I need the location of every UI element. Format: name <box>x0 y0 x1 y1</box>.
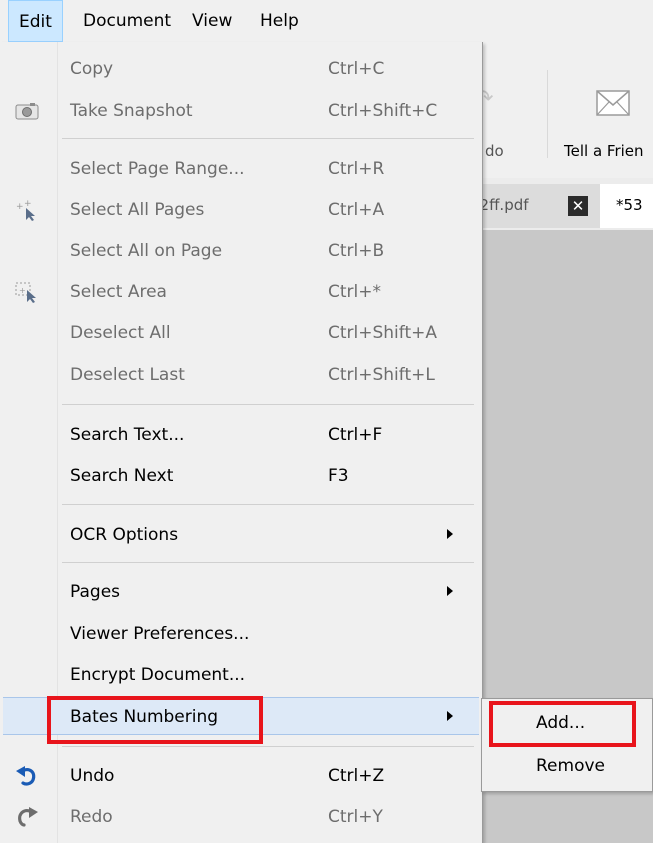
menu-edit[interactable]: Edit <box>8 0 63 42</box>
menu-item-select-all-pages[interactable]: + + Select All Pages Ctrl+A <box>0 191 480 229</box>
menu-item-label: Copy <box>70 59 114 79</box>
tab-document-2-label[interactable]: *53 <box>616 196 643 214</box>
svg-text:+: + <box>24 199 32 209</box>
menu-item-shortcut: Ctrl+C <box>328 59 385 79</box>
menu-item-label: Encrypt Document... <box>70 665 246 685</box>
menu-item-search-next[interactable]: Search Next F3 <box>0 457 480 495</box>
svg-text:+: + <box>16 202 24 212</box>
menu-item-shortcut: Ctrl+* <box>328 282 381 302</box>
menu-item-select-page-range[interactable]: Select Page Range... Ctrl+R <box>0 150 480 188</box>
menu-item-shortcut: F3 <box>328 466 349 486</box>
menu-item-label: Redo <box>70 807 113 827</box>
submenu-arrow-icon <box>447 529 453 539</box>
menu-separator <box>62 746 474 747</box>
menu-item-select-all-on-page[interactable]: Select All on Page Ctrl+B <box>0 232 480 270</box>
menu-bar: Edit Document View Help <box>0 0 653 44</box>
menu-item-shortcut: Ctrl+Shift+L <box>328 365 435 385</box>
menu-item-search-text[interactable]: Search Text... Ctrl+F <box>0 416 480 454</box>
menu-item-pages[interactable]: Pages <box>0 573 480 611</box>
mail-icon[interactable] <box>596 90 630 116</box>
menu-item-deselect-all[interactable]: Deselect All Ctrl+Shift+A <box>0 314 480 352</box>
menu-item-shortcut: Ctrl+Shift+A <box>328 323 438 343</box>
menu-item-copy[interactable]: Copy Ctrl+C <box>0 50 480 88</box>
menu-item-label: Undo <box>70 766 115 786</box>
menu-separator <box>62 562 474 563</box>
menu-document[interactable]: Document <box>73 0 181 42</box>
menu-item-label: Select All on Page <box>70 241 223 261</box>
menu-item-label: Search Text... <box>70 425 185 445</box>
menu-item-label: Pages <box>70 582 121 602</box>
menu-item-shortcut: Ctrl+F <box>328 425 383 445</box>
tab-close-icon[interactable]: ✕ <box>568 196 588 216</box>
toolbar-undo-label[interactable]: do <box>485 142 504 160</box>
tell-a-friend-label[interactable]: Tell a Frien <box>564 142 644 160</box>
menu-item-shortcut: Ctrl+R <box>328 159 385 179</box>
toolbar-separator <box>547 70 548 158</box>
camera-icon <box>15 103 39 120</box>
menu-item-shortcut: Ctrl+A <box>328 200 385 220</box>
menu-item-label: OCR Options <box>70 525 179 545</box>
redo-icon <box>18 807 38 827</box>
menu-item-label: Deselect All <box>70 323 171 343</box>
menu-item-label: Deselect Last <box>70 365 185 385</box>
undo-icon <box>16 766 36 786</box>
menu-separator <box>62 404 474 405</box>
menu-item-label: Select All Pages <box>70 200 205 220</box>
menu-view[interactable]: View <box>182 0 242 42</box>
menu-item-shortcut: Ctrl+B <box>328 241 385 261</box>
submenu-arrow-icon <box>447 586 453 596</box>
menu-item-label: Select Area <box>70 282 167 302</box>
menu-item-deselect-last[interactable]: Deselect Last Ctrl+Shift+L <box>0 356 480 394</box>
select-pages-icon: + + <box>16 199 35 221</box>
highlight-box-bates-numbering <box>47 696 263 744</box>
submenu-item-remove[interactable]: Remove <box>536 756 605 776</box>
highlight-box-add <box>489 701 636 747</box>
menu-item-take-snapshot[interactable]: Take Snapshot Ctrl+Shift+C <box>0 92 480 130</box>
submenu-arrow-icon <box>447 711 453 721</box>
menu-item-shortcut: Ctrl+Shift+C <box>328 101 438 121</box>
menu-item-label: Take Snapshot <box>70 101 193 121</box>
menu-item-shortcut: Ctrl+Y <box>328 807 383 827</box>
menu-item-ocr-options[interactable]: OCR Options <box>0 516 480 554</box>
menu-help[interactable]: Help <box>250 0 309 42</box>
menu-separator <box>62 504 474 505</box>
select-area-icon: + <box>15 282 36 303</box>
menu-item-undo[interactable]: Undo Ctrl+Z <box>0 757 480 795</box>
menu-item-label: Select Page Range... <box>70 159 245 179</box>
menu-item-label: Search Next <box>70 466 174 486</box>
menu-item-shortcut: Ctrl+Z <box>328 766 385 786</box>
menu-item-redo[interactable]: Redo Ctrl+Y <box>0 798 480 836</box>
menu-item-label: Viewer Preferences... <box>70 624 250 644</box>
menu-item-viewer-preferences[interactable]: Viewer Preferences... <box>0 615 480 653</box>
svg-text:+: + <box>19 286 26 295</box>
menu-item-encrypt-document[interactable]: Encrypt Document... <box>0 656 480 694</box>
menu-item-select-area[interactable]: + Select Area Ctrl+* <box>0 273 480 311</box>
menu-separator <box>62 138 474 139</box>
